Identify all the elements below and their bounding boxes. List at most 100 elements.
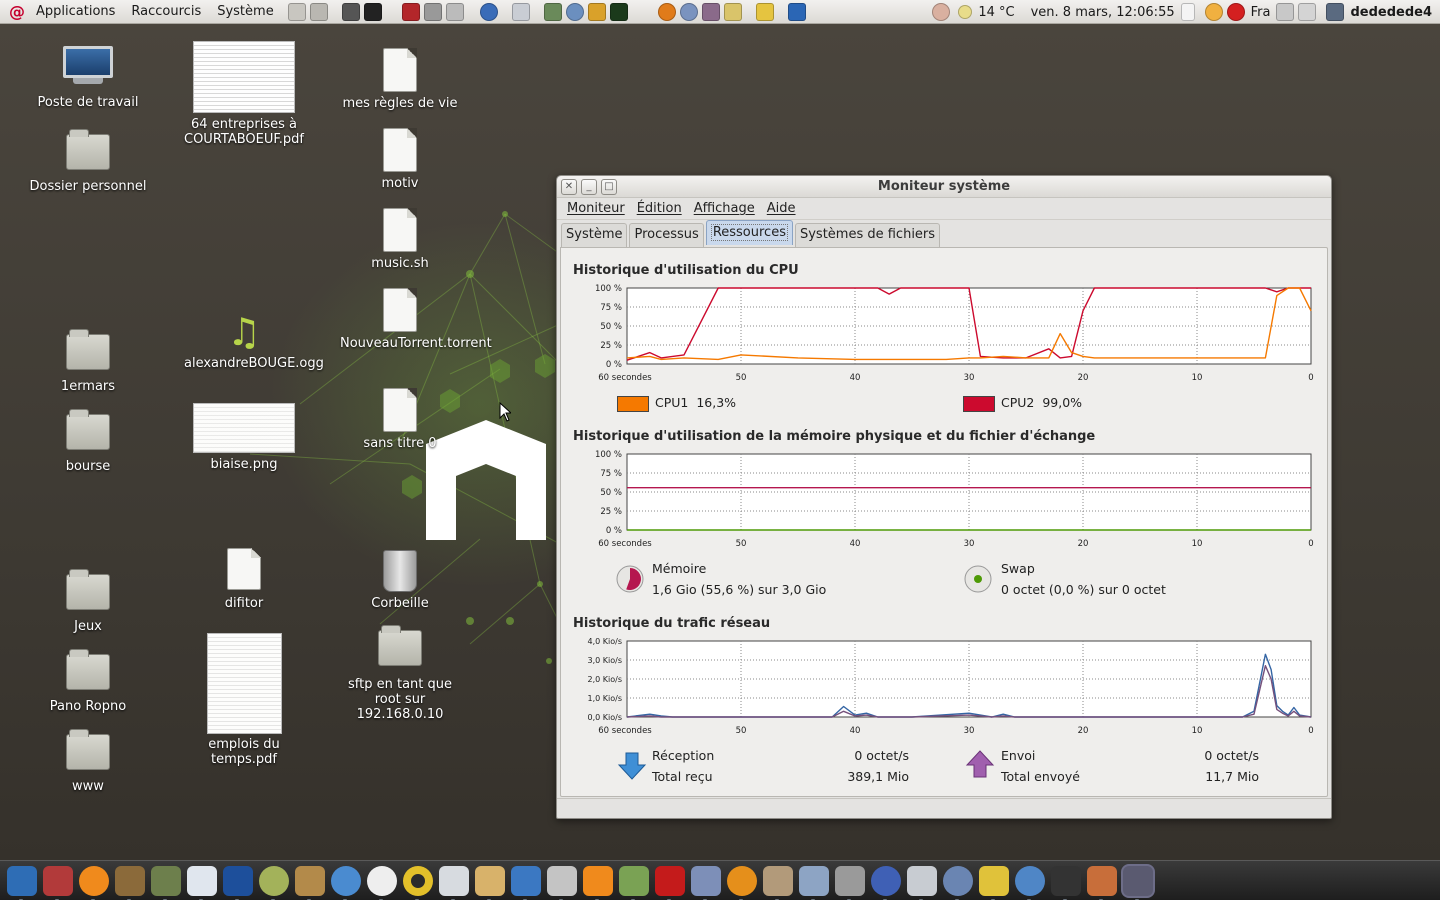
red-app-launcher-icon[interactable]: [401, 2, 420, 21]
media-launcher-icon[interactable]: [701, 2, 720, 21]
desktop-icon-trash[interactable]: Corbeille: [340, 550, 460, 611]
keyboard-layout[interactable]: Fra: [1247, 5, 1275, 20]
applications-menu[interactable]: Applications: [28, 0, 123, 24]
arrow-launcher-icon[interactable]: [511, 2, 530, 21]
notes-dock-icon[interactable]: [475, 865, 505, 900]
desktop-icon-pdf[interactable]: 64 entreprises à COURTABOEUF.pdf: [184, 41, 304, 147]
cpu2-color-swatch[interactable]: [963, 395, 995, 412]
desktop-icon-network-folder[interactable]: sftp en tant que root sur 192.168.0.10: [340, 625, 460, 722]
desktop-icon-document[interactable]: sans titre 0: [340, 388, 460, 451]
draw-dock-icon[interactable]: [223, 865, 253, 900]
monitor-launcher-icon[interactable]: [543, 2, 562, 21]
filezilla-dock-icon[interactable]: [655, 865, 685, 900]
globe-launcher-icon[interactable]: [565, 2, 584, 21]
system-menu[interactable]: Système: [209, 0, 281, 24]
headphones-dock-icon[interactable]: [727, 865, 757, 900]
swap-pie-icon[interactable]: [963, 564, 993, 594]
battery-icon[interactable]: [1180, 3, 1195, 21]
vlc-dock-icon[interactable]: [583, 865, 613, 900]
home-folder-launcher-icon[interactable]: [287, 2, 306, 21]
browser-launcher-icon[interactable]: [479, 2, 498, 21]
network-manager-dock-icon[interactable]: [799, 865, 829, 900]
debian-logo-icon[interactable]: @: [8, 2, 26, 21]
file-manager-launcher-icon[interactable]: [309, 2, 328, 21]
flower-applet-icon[interactable]: [932, 3, 951, 21]
blu-dock-icon[interactable]: [367, 865, 397, 900]
desktop-icon-document[interactable]: mes règles de vie: [340, 48, 460, 111]
tab-bar: Système Processus Ressources Systèmes de…: [561, 220, 942, 247]
smiley-icon[interactable]: [1204, 3, 1223, 21]
desktop-icon-folder[interactable]: Jeux: [28, 569, 148, 634]
lamp-launcher-icon[interactable]: [723, 2, 742, 21]
menu-monitor[interactable]: Moniteur: [561, 201, 631, 216]
search-tray-icon[interactable]: [1298, 3, 1317, 21]
graphics-dock-icon[interactable]: [151, 865, 181, 900]
folder-launcher-icon[interactable]: [445, 2, 464, 21]
menu-help[interactable]: Aide: [761, 201, 802, 216]
tab-processes[interactable]: Processus: [629, 223, 704, 247]
search-dock-icon[interactable]: [1015, 865, 1045, 900]
desktop-icon-folder[interactable]: 1ermars: [28, 329, 148, 394]
desktop-icon-audio[interactable]: ♫ alexandreBOUGE.ogg: [184, 310, 324, 371]
tools-dock-icon[interactable]: [763, 865, 793, 900]
window-titlebar[interactable]: ✕ _ □ Moniteur système: [557, 176, 1331, 198]
settings-dock-icon[interactable]: [691, 865, 721, 900]
headphones-launcher-icon[interactable]: [657, 2, 676, 21]
update-alert-icon[interactable]: [1226, 3, 1245, 21]
anchor-dock-icon[interactable]: [7, 865, 37, 900]
tab-resources[interactable]: Ressources: [705, 220, 793, 245]
shortcuts-menu[interactable]: Raccourcis: [123, 0, 209, 24]
audio-dock-icon[interactable]: [79, 865, 109, 900]
menu-edit[interactable]: Édition: [631, 201, 688, 216]
desktop-icon-pdf[interactable]: emplois du temps.pdf: [184, 633, 304, 767]
panel-clock[interactable]: ven. 8 mars, 12:06:55: [1027, 5, 1179, 20]
squirrel-dock-icon[interactable]: [1087, 865, 1117, 900]
desktop-icon-script[interactable]: music.sh: [340, 208, 460, 271]
desktop-icon-image[interactable]: biaise.png: [184, 403, 304, 472]
desktop-icon-torrent[interactable]: NouveauTorrent.torrent: [340, 288, 492, 351]
bluetooth-dock-icon[interactable]: [511, 865, 541, 900]
scanner-dock-icon[interactable]: [619, 865, 649, 900]
aperture-dock-icon[interactable]: [943, 865, 973, 900]
tab-filesystems[interactable]: Systèmes de fichiers: [794, 223, 941, 247]
teapot-dock-icon[interactable]: [979, 865, 1009, 900]
user-name[interactable]: dededede4: [1346, 5, 1440, 20]
weather-icon[interactable]: [958, 5, 973, 19]
terminal-dock-icon[interactable]: [1051, 865, 1081, 900]
memory-pie-icon[interactable]: [615, 564, 645, 594]
desktop-icon-home[interactable]: Dossier personnel: [28, 129, 148, 194]
anchor-launcher-icon[interactable]: [787, 2, 806, 21]
package-manager-dock-icon[interactable]: [43, 865, 73, 900]
desktop-icon-computer[interactable]: Poste de travail: [28, 46, 148, 110]
disk-dock-icon[interactable]: [835, 865, 865, 900]
onion-dock-icon[interactable]: [259, 865, 289, 900]
user-avatar-icon[interactable]: [1326, 3, 1345, 21]
weather-dock-icon[interactable]: [907, 865, 937, 900]
printer-launcher-icon[interactable]: [423, 2, 442, 21]
tab-system[interactable]: Système: [561, 223, 628, 247]
archive-dock-icon[interactable]: [115, 865, 145, 900]
installer-dock-icon[interactable]: [547, 865, 577, 900]
volume-icon[interactable]: [1276, 3, 1295, 21]
desktop-icon-document[interactable]: difitor: [184, 548, 304, 611]
network-launcher-icon[interactable]: [679, 2, 698, 21]
desktop-icon-folder[interactable]: Pano Ropno: [28, 649, 148, 714]
rabbit-dock-icon[interactable]: [295, 865, 325, 900]
system-monitor-dock-icon[interactable]: [1123, 865, 1153, 900]
clipboard-launcher-icon[interactable]: [755, 2, 774, 21]
desktop-icon-document[interactable]: motiv: [340, 128, 460, 191]
search-launcher-icon[interactable]: [587, 2, 606, 21]
system-monitor-launcher-icon[interactable]: [609, 2, 628, 21]
cpu1-color-swatch[interactable]: [617, 395, 649, 412]
menu-view[interactable]: Affichage: [688, 201, 761, 216]
tux-dock-icon[interactable]: [403, 865, 433, 900]
weather-temperature[interactable]: 14 °C: [974, 5, 1018, 20]
terminal-launcher-icon[interactable]: [341, 2, 360, 21]
text-editor-dock-icon[interactable]: [187, 865, 217, 900]
network-dock-icon[interactable]: [331, 865, 361, 900]
desktop-icon-folder[interactable]: www: [28, 729, 148, 794]
calculator-dock-icon[interactable]: [439, 865, 469, 900]
globe-dock-icon[interactable]: [871, 865, 901, 900]
console-launcher-icon[interactable]: [363, 2, 382, 21]
desktop-icon-folder[interactable]: bourse: [28, 409, 148, 474]
